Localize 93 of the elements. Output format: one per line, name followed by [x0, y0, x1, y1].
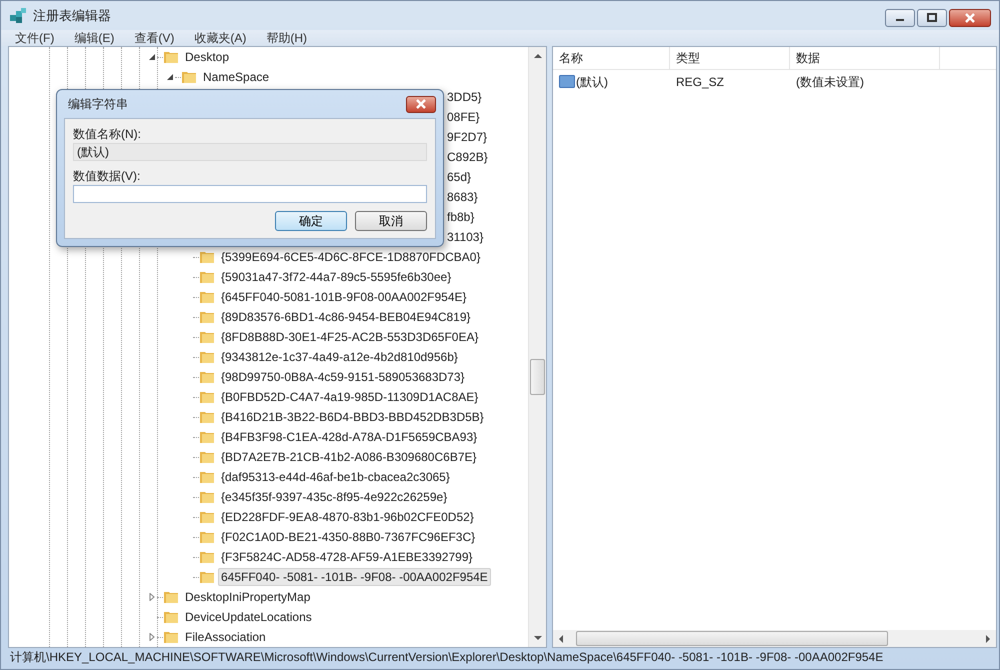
expanded-arrow-icon[interactable]	[166, 73, 174, 81]
tree-item[interactable]: {B416D21B-3B22-B6D4-BBD3-BBD452DB3D5B}	[218, 408, 487, 426]
folder-icon	[199, 369, 215, 385]
folder-icon	[199, 509, 215, 525]
folder-icon	[199, 429, 215, 445]
tree-item[interactable]: {8FD8B88D-30E1-4F25-AC2B-553D3D65F0EA}	[218, 328, 482, 346]
tree-item[interactable]: {89D83576-6BD1-4c86-9454-BEB04E94C819}	[218, 308, 474, 326]
tree-item[interactable]: {B4FB3F98-C1EA-428d-A78A-D1F5659CBA93}	[218, 428, 480, 446]
horizontal-scrollbar[interactable]	[553, 630, 996, 647]
folder-icon	[199, 529, 215, 545]
folder-icon	[199, 469, 215, 485]
menu-item[interactable]: 收藏夹(A)	[194, 30, 246, 46]
dialog-title: 编辑字符串	[68, 96, 128, 112]
folder-icon	[199, 489, 215, 505]
tree-item[interactable]: FileAssociation	[182, 628, 269, 646]
tree-item[interactable]: 645FF040- -5081- -101B- -9F08- -00AA002F954E	[218, 568, 491, 586]
tree-item[interactable]: {645FF040-5081-101B-9F08-00AA002F954E}	[218, 288, 470, 306]
folder-icon	[163, 629, 179, 645]
folder-icon	[199, 549, 215, 565]
close-button[interactable]	[949, 9, 991, 27]
column-header[interactable]: 名称	[553, 47, 670, 69]
folder-icon	[199, 409, 215, 425]
scroll-up-arrow-icon[interactable]	[534, 53, 542, 59]
folder-icon	[199, 349, 215, 365]
tree-item[interactable]: NameSpace	[200, 68, 272, 86]
tree-item[interactable]: 65d}	[445, 169, 474, 185]
folder-icon	[199, 289, 215, 305]
tree-item[interactable]: 3DD5}	[445, 89, 484, 105]
collapsed-arrow-icon[interactable]	[148, 633, 156, 641]
folder-icon	[199, 449, 215, 465]
close-icon	[964, 13, 976, 23]
tree-item[interactable]: {9343812e-1c37-4a49-a12e-4b2d810d956b}	[218, 348, 461, 366]
tree-item[interactable]: {B0FBD52D-C4A7-4a19-985D-11309D1AC8AE}	[218, 388, 482, 406]
menu-item[interactable]: 编辑(E)	[74, 30, 114, 46]
tree-item[interactable]: {59031a47-3f72-44a7-89c5-5595fe6b30ee}	[218, 268, 454, 286]
tree-item[interactable]: 31103}	[445, 229, 486, 245]
menu-item[interactable]: 查看(V)	[134, 30, 174, 46]
string-value-icon	[559, 74, 575, 90]
menu-item[interactable]: 帮助(H)	[266, 30, 307, 46]
value-data-field[interactable]	[73, 185, 427, 203]
folder-icon	[181, 69, 197, 85]
maximize-icon	[926, 13, 938, 23]
window-title: 注册表编辑器	[33, 6, 111, 24]
tree-item[interactable]: {ED228FDF-9EA8-4870-83b1-96b02CFE0D52}	[218, 508, 477, 526]
close-icon	[415, 99, 427, 109]
status-path-text: 计算机\HKEY_LOCAL_MACHINE\SOFTWARE\Microsoft\Windows\CurrentVersion\Explorer\Desktop\NameSpace\645FF040- -5081- -101B- -9F08- -00AA002F954E	[10, 649, 884, 666]
tree-item[interactable]: {5399E694-6CE5-4D6C-8FCE-1D8870FDCBA0}	[218, 248, 484, 266]
folder-icon	[199, 569, 215, 585]
scroll-left-arrow-icon[interactable]	[558, 634, 564, 642]
close-button[interactable]	[406, 96, 436, 112]
folder-icon	[199, 309, 215, 325]
folder-icon	[163, 589, 179, 605]
scrollbar-thumb[interactable]	[530, 358, 545, 395]
field-label: 数值名称(N):	[73, 126, 142, 142]
value-name-field[interactable]: (默认)	[73, 143, 427, 161]
tree-item[interactable]: {BD7A2E7B-21CB-41b2-A086-B309680C6B7E}	[218, 448, 480, 466]
field-label: 数值数据(V):	[73, 168, 142, 184]
folder-icon	[199, 389, 215, 405]
registry-cubes-icon	[9, 6, 27, 24]
scroll-down-arrow-icon[interactable]	[534, 635, 542, 641]
vertical-scrollbar[interactable]	[528, 47, 546, 647]
column-header[interactable]: 类型	[670, 47, 790, 69]
ok-button[interactable]: 确定	[275, 211, 347, 231]
tree-item[interactable]: DeviceUpdateLocations	[182, 608, 315, 626]
scrollbar-thumb[interactable]	[576, 631, 888, 646]
tree-item[interactable]: {98D99750-0B8A-4c59-9151-589053683D73}	[218, 368, 468, 386]
expanded-arrow-icon[interactable]	[148, 53, 156, 61]
tree-item[interactable]: fb8b}	[445, 209, 476, 225]
tree-item[interactable]: DesktopIniPropertyMap	[182, 588, 314, 606]
folder-icon	[163, 49, 179, 65]
minimize-button[interactable]	[885, 9, 915, 27]
column-header[interactable]: 数据	[790, 47, 940, 69]
folder-icon	[199, 269, 215, 285]
tree-item[interactable]: C892B}	[445, 149, 490, 165]
tree-item[interactable]: {e345f35f-9397-435c-8f95-4e922c26259e}	[218, 488, 450, 506]
maximize-button[interactable]	[917, 9, 947, 27]
menu-item[interactable]: 文件(F)	[15, 30, 54, 46]
collapsed-arrow-icon[interactable]	[148, 593, 156, 601]
scroll-right-arrow-icon[interactable]	[985, 634, 991, 642]
value-data: (数值未设置)	[795, 74, 865, 90]
folder-icon	[199, 249, 215, 265]
value-type: REG_SZ	[675, 75, 726, 89]
folder-icon	[199, 329, 215, 345]
tree-item[interactable]: {F02C1A0D-BE21-4350-88B0-7367FC96EF3C}	[218, 528, 478, 546]
tree-item[interactable]: {F3F5824C-AD58-4728-AF59-A1EBE3392799}	[218, 548, 476, 566]
folder-icon	[163, 609, 179, 625]
tree-item[interactable]: {daf95313-e44d-46af-be1b-cbacea2c3065}	[218, 468, 453, 486]
tree-item[interactable]: 9F2D7}	[445, 129, 490, 145]
tree-item[interactable]: Desktop	[182, 48, 232, 66]
cancel-button[interactable]: 取消	[355, 211, 427, 231]
tree-item[interactable]: 08FE}	[445, 109, 482, 125]
value-name[interactable]: (默认)	[576, 74, 608, 90]
tree-item[interactable]: 8683}	[445, 189, 480, 205]
